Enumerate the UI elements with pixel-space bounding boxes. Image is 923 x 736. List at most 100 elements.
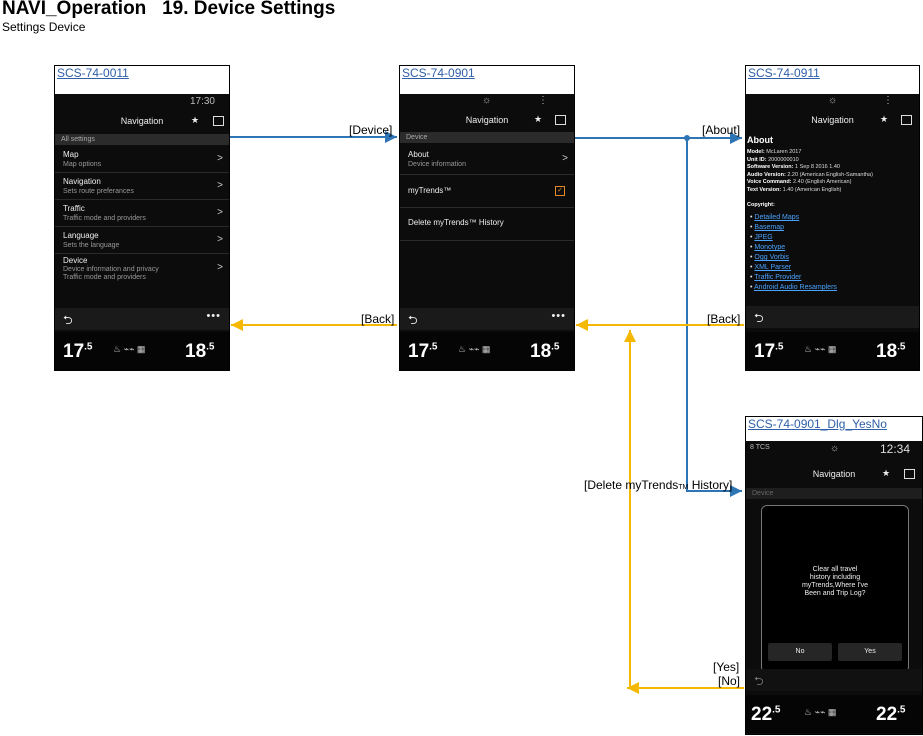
nav-title: Navigation (812, 469, 856, 479)
temp-right: 18.5 (185, 341, 215, 362)
nav-bar: Navigation ★ (55, 111, 229, 133)
brightness-icon: ☼ (482, 95, 492, 106)
star-icon[interactable]: ★ (880, 114, 888, 125)
frame-scs-74-0011: SCS-74-0011 17:30 Navigation ★ All setti… (54, 65, 230, 371)
link-detailed-maps[interactable]: Detailed Maps (754, 214, 799, 221)
back-icon: ⮌ (754, 674, 764, 688)
label-yes: [Yes] (713, 660, 740, 674)
star-icon[interactable]: ★ (191, 115, 199, 126)
about-info: Model: McLaren 2017 Unit ID: 2000000010 … (747, 149, 873, 193)
label-device: [Device] (349, 123, 393, 137)
temp-left: 17.5 (63, 341, 93, 362)
status-bar: 17:30 (55, 94, 229, 108)
chevron-right-icon: > (217, 234, 223, 245)
brightness-icon: ☼ (830, 443, 840, 454)
copyright-links: • Detailed Maps • Basemap • JPEG • Monot… (750, 214, 837, 291)
section-header: Device (400, 132, 574, 143)
nav-title: Navigation (120, 116, 164, 126)
section-header: Device (746, 488, 922, 499)
chevron-right-icon: > (217, 180, 223, 191)
link-monotype[interactable]: Monotype (754, 244, 785, 251)
climate-bar: 22.5 ♨ ⌁⌁ ▦ 22.5 (746, 695, 922, 733)
link-basemap[interactable]: Basemap (754, 224, 784, 231)
frame-scs-74-0901: SCS-74-0901 ☼ ⋮ Navigation ★ Device About… (399, 65, 575, 371)
exit-icon[interactable] (901, 115, 912, 125)
climate-icons[interactable]: ♨ ⌁⌁ ▦ (458, 344, 490, 355)
link-ogg-vorbis[interactable]: Ogg Vorbis (754, 254, 789, 261)
status-bar: 8 TCS ☼ 12:34 (746, 441, 922, 457)
back-icon[interactable]: ⮌ (63, 311, 73, 332)
device-row-delete-history[interactable]: Delete myTrends™ History (400, 208, 574, 241)
chevron-right-icon: > (217, 153, 223, 164)
climate-icons[interactable]: ♨ ⌁⌁ ▦ (804, 344, 836, 355)
status-bar: ☼ ⋮ (400, 94, 574, 108)
screen-id: SCS-74-0901_Dlg_YesNo (748, 417, 887, 431)
screen-about: ☼ ⋮ Navigation ★ About Model: McLaren 201… (746, 94, 919, 370)
link-xml-parser[interactable]: XML Parser (754, 264, 791, 271)
section-header: All settings (55, 134, 229, 145)
link-jpeg[interactable]: JPEG (754, 234, 772, 241)
label-no: [No] (718, 674, 741, 688)
climate-bar: 17.5 ♨ ⌁⌁ ▦ 18.5 (55, 332, 229, 370)
more-icon[interactable]: ••• (206, 310, 221, 322)
nav-bar: Navigation ★ (746, 464, 922, 486)
bottom-bar: ⮌ (746, 669, 922, 691)
chevron-right-icon: > (562, 153, 568, 164)
dialog-message: Clear all travel history including myTre… (801, 566, 869, 597)
star-icon[interactable]: ★ (534, 114, 542, 125)
exit-icon[interactable] (213, 116, 224, 126)
star-icon[interactable]: ★ (882, 468, 890, 479)
about-heading: About (747, 135, 773, 145)
clock: 12:34 (879, 442, 910, 456)
status-bar: ☼ ⋮ (746, 94, 919, 108)
nav-title: Navigation (465, 115, 509, 125)
link-traffic-provider[interactable]: Traffic Provider (754, 274, 801, 281)
link-android-audio-resamplers[interactable]: Android Audio Resamplers (754, 284, 837, 291)
settings-row-language[interactable]: Language Sets the language > (55, 227, 229, 254)
temp-right: 22.5 (876, 704, 906, 725)
device-row-mytrends[interactable]: myTrends™ ✓ (400, 175, 574, 208)
back-icon[interactable]: ⮌ (408, 311, 418, 332)
nav-bar: Navigation ★ (746, 110, 919, 132)
back-icon[interactable]: ⮌ (754, 309, 764, 330)
settings-row-device[interactable]: Device Device information and privacy Traf… (55, 254, 229, 284)
no-button[interactable]: No (768, 643, 832, 661)
bottom-bar: ⮌ ••• (55, 308, 229, 330)
screen-id: SCS-74-0901 (402, 66, 475, 80)
settings-row-navigation[interactable]: Navigation Sets route preferances > (55, 173, 229, 200)
label-back-1: [Back] (361, 312, 395, 326)
yes-button[interactable]: Yes (838, 643, 902, 661)
settings-row-map[interactable]: Map Map options > (55, 146, 229, 173)
climate-bar: 17.5 ♨ ⌁⌁ ▦ 18.5 (746, 332, 919, 370)
temp-right: 18.5 (876, 341, 906, 362)
label-back-2: [Back] (707, 312, 741, 326)
screen-id: SCS-74-0011 (57, 66, 129, 80)
checkbox-checked-icon[interactable]: ✓ (555, 186, 565, 196)
settings-row-traffic[interactable]: Traffic Traffic mode and providers > (55, 200, 229, 227)
screen-delete-dialog: 8 TCS ☼ 12:34 Navigation ★ Device Clear … (746, 441, 922, 734)
more-icon[interactable]: ••• (551, 310, 566, 322)
chevron-right-icon: > (217, 262, 223, 273)
temp-left: 22.5 (751, 704, 781, 725)
exit-icon[interactable] (904, 469, 915, 479)
device-row-about[interactable]: About Device information > (400, 144, 574, 175)
chevron-right-icon: > (217, 207, 223, 218)
temp-left: 17.5 (754, 341, 784, 362)
climate-icons[interactable]: ♨ ⌁⌁ ▦ (113, 344, 145, 355)
brightness-icon: ☼ (828, 95, 838, 106)
confirm-dialog: Clear all travel history including myTre… (761, 505, 909, 673)
frame-scs-74-0901-dlg-yesno: SCS-74-0901_Dlg_YesNo 8 TCS ☼ 12:34 Navi… (745, 416, 923, 735)
screen-all-settings: 17:30 Navigation ★ All settings Map Map o… (55, 94, 229, 370)
screen-id: SCS-74-0911 (748, 66, 820, 80)
menu-dots-icon: ⋮ (538, 95, 548, 106)
exit-icon[interactable] (555, 115, 566, 125)
bottom-bar: ⮌ (746, 306, 919, 328)
status-left: 8 TCS (750, 444, 770, 451)
clock: 17:30 (189, 96, 215, 107)
frame-scs-74-0911: SCS-74-0911 ☼ ⋮ Navigation ★ About Model:… (745, 65, 920, 371)
climate-icons[interactable]: ♨ ⌁⌁ ▦ (804, 707, 836, 718)
temp-right: 18.5 (530, 341, 560, 362)
climate-bar: 17.5 ♨ ⌁⌁ ▦ 18.5 (400, 332, 574, 370)
bottom-bar: ⮌ ••• (400, 308, 574, 330)
label-about: [About] (702, 123, 741, 137)
